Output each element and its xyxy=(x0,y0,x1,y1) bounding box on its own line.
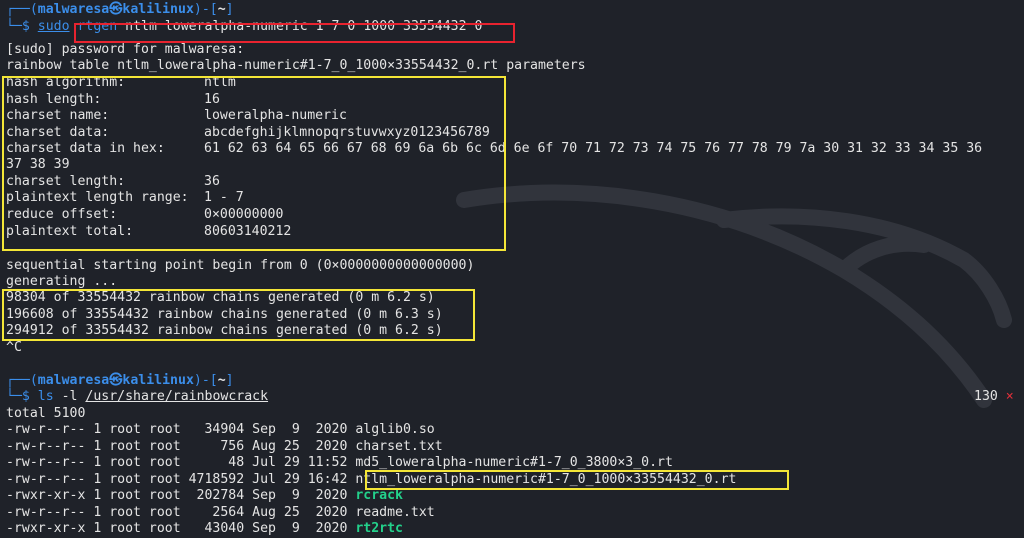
sequential-start-line: sequential starting point begin from 0 (… xyxy=(6,258,475,273)
file-row: -rwxr-xr-x 1 root root 43040 Sep 9 2020 … xyxy=(6,521,403,536)
ls-command: ls xyxy=(37,389,54,404)
sudo-password-line: [sudo] password for malwaresa: xyxy=(6,42,245,57)
command-line-2: └─$ ls -l /usr/share/rainbowcrack xyxy=(6,389,269,404)
rainbow-table-header: rainbow table ntlm_loweralpha-numeric#1-… xyxy=(6,58,586,73)
file-row: -rw-r--r-- 1 root root 756 Aug 25 2020 c… xyxy=(6,439,443,454)
file-row: -rw-r--r-- 1 root root 2564 Aug 25 2020 … xyxy=(6,505,435,520)
error-x-icon: × xyxy=(1005,389,1014,404)
prompt-header-1: ┌──(malwaresa㉿kalilinux)-[~] xyxy=(6,2,234,17)
file-name: md5_loweralpha-numeric#1-7_0_3800×3_0.rt xyxy=(355,455,673,470)
sudo-keyword: sudo xyxy=(37,19,70,34)
file-row: -rwxr-xr-x 1 root root 202784 Sep 9 2020… xyxy=(6,488,403,503)
exit-status: 130 × xyxy=(974,389,1014,406)
progress-highlight-box xyxy=(2,289,475,341)
file-name: alglib0.so xyxy=(355,422,435,437)
command-highlight-box xyxy=(74,23,515,43)
exit-code: 130 xyxy=(974,389,998,404)
file-name: charset.txt xyxy=(355,439,443,454)
file-name: readme.txt xyxy=(355,505,435,520)
terminal-window[interactable]: { "prompt1": { "corner": "┌──(", "user":… xyxy=(0,0,1024,537)
rt-file-highlight-box xyxy=(365,470,789,490)
file-row: -rw-r--r-- 1 root root 34904 Sep 9 2020 … xyxy=(6,422,435,437)
directory-path-link[interactable]: /usr/share/rainbowcrack xyxy=(85,389,268,404)
ls-total: total 5100 xyxy=(6,406,86,421)
interrupt-line: ^C xyxy=(6,340,22,355)
parameters-highlight-box xyxy=(2,76,506,251)
file-name-executable: rt2rtc xyxy=(355,521,403,536)
prompt-header-2: ┌──(malwaresa㉿kalilinux)-[~] xyxy=(6,373,234,388)
file-name-executable: rcrack xyxy=(355,488,403,503)
